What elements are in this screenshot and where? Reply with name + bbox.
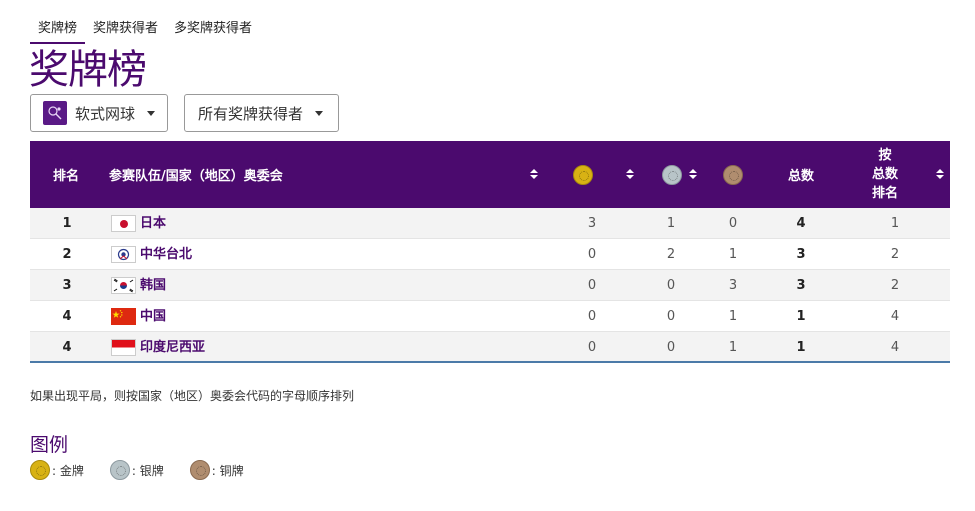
tab-bar: 奖牌榜 奖牌获得者 多奖牌获得者 — [30, 14, 260, 44]
bronze-count: 1 — [728, 247, 738, 262]
rank-by-total: 2 — [890, 278, 900, 293]
chinese-taipei-flag-icon — [111, 246, 136, 263]
bronze-count: 1 — [728, 340, 738, 355]
sort-gold-icon[interactable] — [626, 169, 634, 180]
bronze-count: 0 — [728, 216, 738, 231]
medalist-select-value: 所有奖牌获得者 — [198, 104, 304, 123]
rank-by-total: 1 — [890, 216, 900, 231]
sort-silver-icon[interactable] — [689, 169, 697, 180]
rank-cell: 4 — [62, 340, 72, 355]
header-team: 参赛队伍/国家（地区）奥委会 — [109, 169, 283, 184]
japan-flag-icon — [111, 215, 136, 232]
table-header: 排名 参赛队伍/国家（地区）奥委会 总数 按 总数 排名 — [30, 141, 950, 208]
silver-count: 0 — [666, 309, 676, 324]
table-row: 3 韩国 0 0 3 3 2 — [30, 270, 950, 301]
bronze-medal-icon — [189, 460, 210, 480]
legend-bronze: : 铜牌 — [189, 460, 244, 480]
rank-cell: 3 — [62, 278, 72, 293]
country-name: 中国 — [140, 309, 167, 324]
country-cell[interactable]: 日本 — [111, 208, 166, 239]
total-count: 4 — [796, 216, 806, 231]
sort-team-icon[interactable] — [530, 169, 538, 180]
bronze-count: 1 — [728, 309, 738, 324]
page-title: 奖牌榜 — [29, 47, 147, 93]
tab-medalists[interactable]: 奖牌获得者 — [85, 14, 166, 44]
rank-cell: 4 — [62, 309, 72, 324]
table-row: 4 中国 0 0 1 1 4 — [30, 301, 950, 332]
country-name: 印度尼西亚 — [140, 340, 206, 355]
sort-rank-by-total-icon[interactable] — [936, 169, 944, 180]
rank-by-total: 4 — [890, 340, 900, 355]
silver-count: 0 — [666, 278, 676, 293]
total-count: 3 — [796, 247, 806, 262]
bronze-medal-icon — [723, 164, 743, 185]
silver-count: 2 — [666, 247, 676, 262]
bronze-count: 3 — [728, 278, 738, 293]
country-cell[interactable]: 韩国 — [111, 270, 166, 301]
silver-medal-icon — [662, 164, 682, 185]
chevron-down-icon — [147, 110, 156, 116]
tie-note: 如果出现平局，则按国家（地区）奥委会代码的字母顺序排列 — [30, 389, 355, 403]
medal-table: 排名 参赛队伍/国家（地区）奥委会 总数 按 总数 排名 1 日本 3 1 0 … — [30, 141, 950, 363]
korea-flag-icon — [111, 277, 136, 294]
rank-by-total: 2 — [890, 247, 900, 262]
legend-bronze-label: : 铜牌 — [211, 463, 244, 478]
table-row: 2 中华台北 0 2 1 3 2 — [30, 239, 950, 270]
tab-multi-medalists[interactable]: 多奖牌获得者 — [166, 14, 260, 44]
header-rank-by-total: 按 总数 排名 — [872, 148, 899, 201]
total-count: 1 — [796, 309, 806, 324]
legend-silver-label: : 银牌 — [131, 463, 164, 478]
country-cell[interactable]: 印度尼西亚 — [111, 332, 205, 363]
legend-silver: : 银牌 — [109, 460, 164, 480]
soft-tennis-icon — [43, 101, 67, 125]
total-count: 1 — [796, 340, 806, 355]
gold-count: 0 — [587, 340, 597, 355]
indonesia-flag-icon — [111, 339, 136, 356]
country-cell[interactable]: 中国 — [111, 301, 166, 332]
tab-medal-table[interactable]: 奖牌榜 — [30, 14, 86, 44]
total-count: 3 — [796, 278, 806, 293]
silver-count: 1 — [666, 216, 676, 231]
sport-select[interactable]: 软式网球 — [30, 94, 168, 132]
country-name: 中华台北 — [140, 247, 193, 262]
medalist-select[interactable]: 所有奖牌获得者 — [184, 94, 339, 132]
rank-cell: 2 — [62, 247, 72, 262]
rank-by-total: 4 — [890, 309, 900, 324]
china-flag-icon — [111, 308, 136, 325]
country-name: 韩国 — [140, 278, 167, 293]
silver-count: 0 — [666, 340, 676, 355]
chevron-down-icon — [315, 110, 324, 116]
gold-count: 0 — [587, 247, 597, 262]
gold-count: 3 — [587, 216, 597, 231]
rank-cell: 1 — [62, 216, 72, 231]
legend-title: 图例 — [30, 434, 69, 456]
legend: : 金牌 : 银牌 : 铜牌 — [30, 460, 270, 480]
sport-select-value: 软式网球 — [75, 104, 136, 123]
table-row: 1 日本 3 1 0 4 1 — [30, 208, 950, 239]
gold-medal-icon — [573, 164, 593, 185]
header-total: 总数 — [788, 169, 815, 184]
gold-count: 0 — [587, 309, 597, 324]
header-rank: 排名 — [53, 169, 80, 184]
gold-medal-icon — [30, 460, 50, 480]
silver-medal-icon — [109, 460, 130, 480]
legend-gold-label: : 金牌 — [52, 463, 84, 478]
gold-count: 0 — [587, 278, 597, 293]
country-name: 日本 — [140, 216, 167, 231]
table-row: 4 印度尼西亚 0 0 1 1 4 — [30, 332, 950, 363]
country-cell[interactable]: 中华台北 — [111, 239, 192, 270]
legend-gold: : 金牌 — [30, 460, 84, 480]
